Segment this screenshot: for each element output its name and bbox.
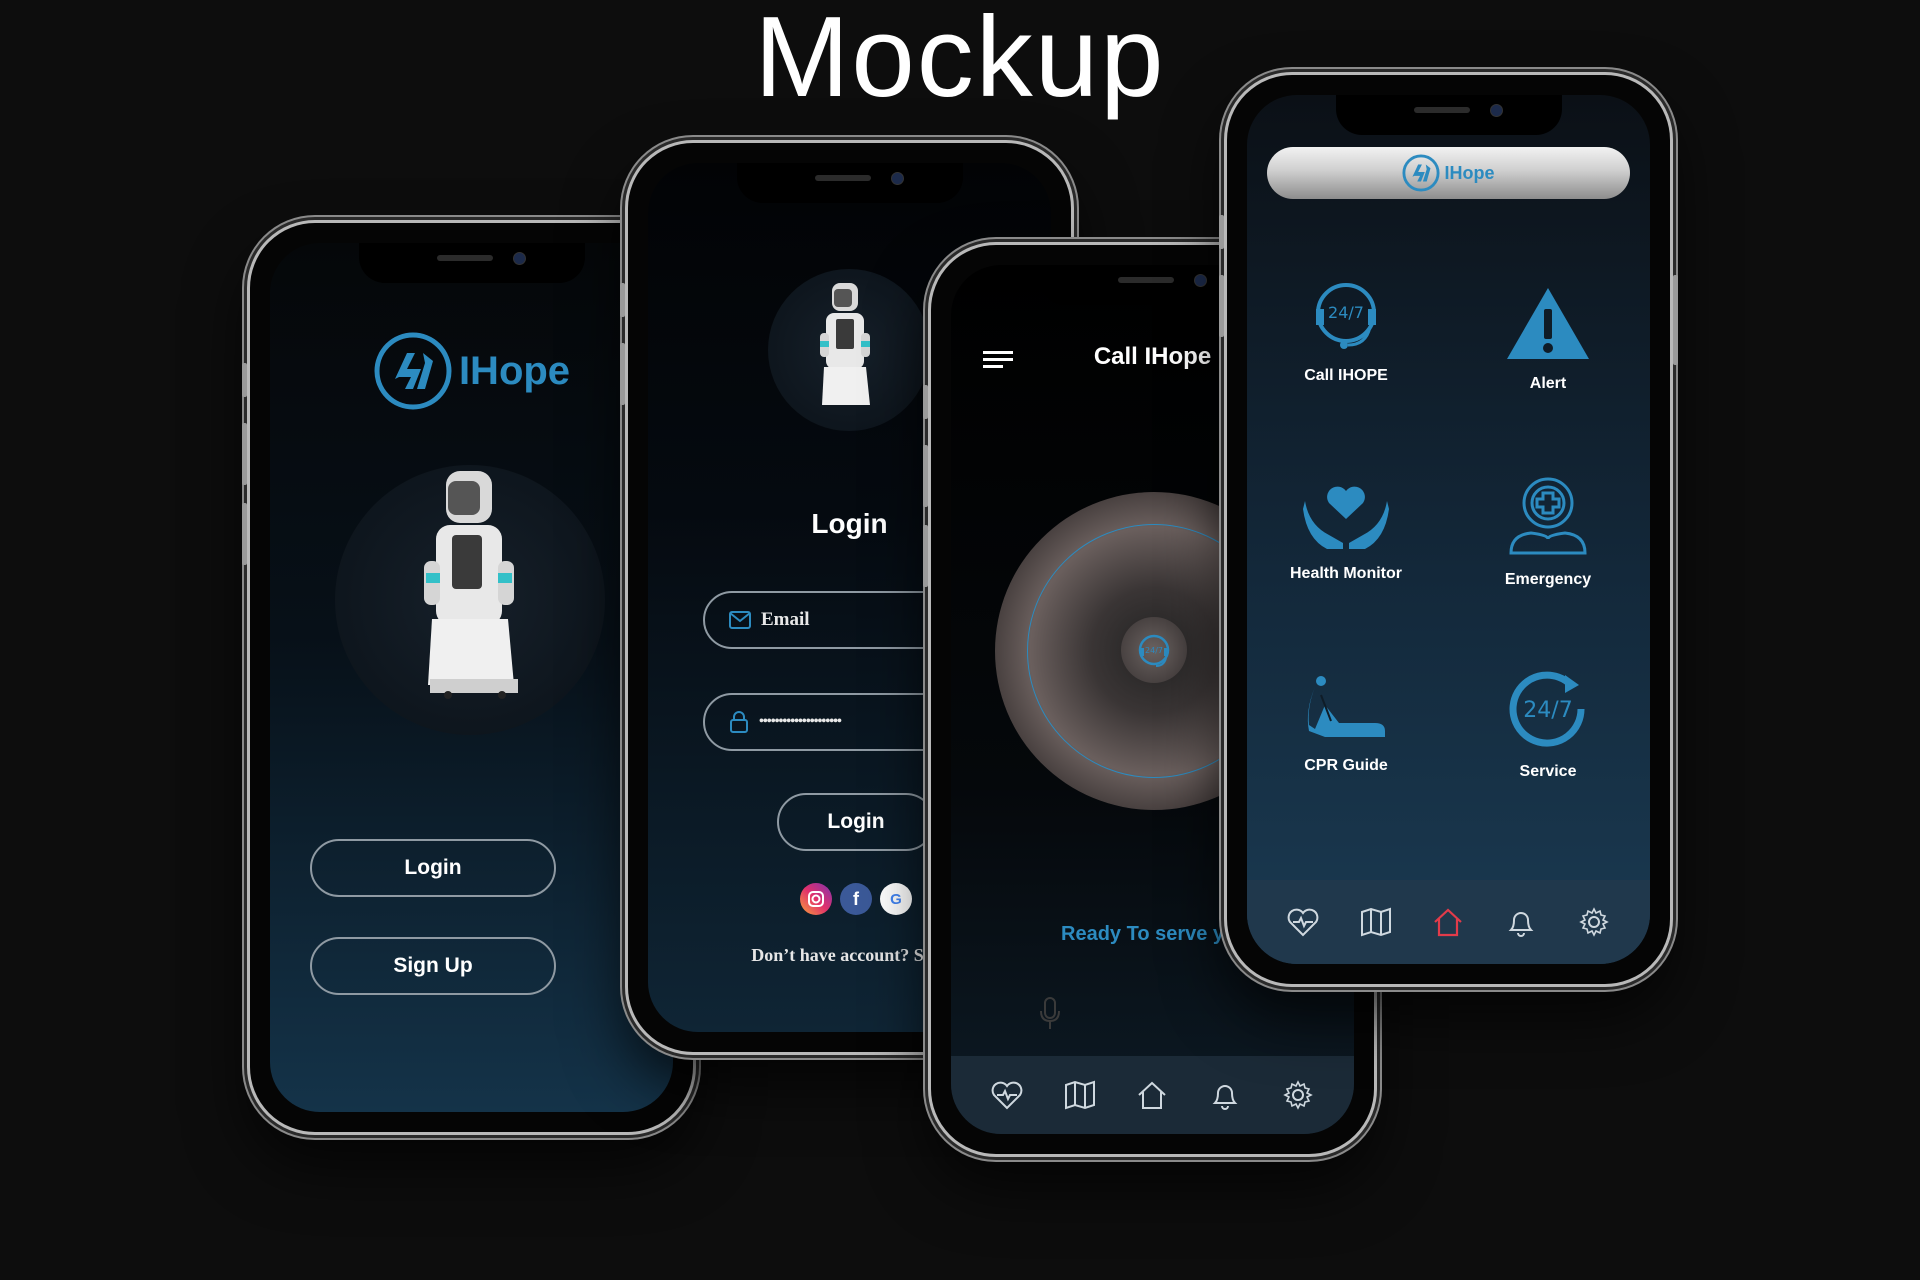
headset-24-7-icon: 24/7	[1138, 634, 1170, 667]
gear-icon[interactable]	[1278, 1075, 1318, 1115]
tile-service[interactable]: 24/7 Service	[1463, 667, 1633, 781]
lock-icon	[730, 711, 748, 733]
bell-icon[interactable]	[1501, 902, 1541, 942]
warning-icon	[1507, 288, 1589, 359]
home-icon[interactable]	[1428, 902, 1468, 942]
map-icon[interactable]	[1356, 902, 1396, 942]
bell-icon[interactable]	[1205, 1075, 1245, 1115]
volume-up-button	[242, 423, 247, 485]
facebook-icon[interactable]: f	[840, 883, 872, 915]
welcome-screen: IHope Login Sign Up	[270, 243, 673, 1112]
login-button[interactable]: Login	[310, 839, 556, 897]
volume-down-button	[923, 525, 928, 587]
mute-switch	[923, 385, 928, 419]
home-icon[interactable]	[1132, 1075, 1172, 1115]
map-icon[interactable]	[1060, 1075, 1100, 1115]
microphone-icon[interactable]	[1039, 997, 1061, 1031]
phone-home: IHope 24/7 Call IHOPE Alert Health Monit…	[1219, 72, 1678, 987]
call-center-button[interactable]: 24/7	[1121, 617, 1187, 683]
mute-switch	[242, 363, 247, 397]
header-logo-text: IHope	[1444, 162, 1495, 183]
gear-icon[interactable]	[1574, 902, 1614, 942]
logo-text: IHope	[458, 348, 571, 393]
tile-call-ihope[interactable]: 24/7 Call IHOPE	[1261, 273, 1431, 385]
svg-text:24/7: 24/7	[1523, 698, 1572, 723]
mute-switch	[1219, 215, 1224, 249]
bottom-nav	[1247, 880, 1650, 964]
svg-text:24/7: 24/7	[1328, 303, 1364, 322]
tile-label: Emergency	[1504, 571, 1592, 588]
notch	[358, 243, 585, 283]
heart-pulse-icon[interactable]	[1283, 902, 1323, 942]
volume-up-button	[1219, 275, 1224, 337]
instagram-icon[interactable]	[800, 883, 832, 915]
login-submit-button[interactable]: Login	[777, 793, 935, 851]
notch	[1335, 95, 1562, 135]
volume-down-button	[242, 503, 247, 565]
service-24-7-icon: 24/7	[1509, 671, 1585, 747]
volume-up-button	[620, 343, 625, 405]
tile-label: Alert	[1529, 375, 1567, 392]
tile-cpr-guide[interactable]: CPR Guide	[1261, 673, 1431, 775]
password-value: •••••••••••••••••••••	[759, 714, 842, 729]
notch	[736, 163, 963, 203]
robot-image	[424, 471, 518, 699]
mute-switch	[620, 283, 625, 317]
google-icon[interactable]: G	[880, 883, 912, 915]
cpr-icon	[1307, 676, 1385, 737]
heart-hands-icon	[1303, 486, 1389, 549]
heart-pulse-icon[interactable]	[987, 1075, 1027, 1115]
tile-label: CPR Guide	[1304, 757, 1388, 774]
headset-24-7-icon: 24/7	[1316, 283, 1376, 349]
tile-label: Health Monitor	[1290, 565, 1402, 582]
robot-image	[820, 283, 870, 405]
signup-button[interactable]: Sign Up	[310, 937, 556, 995]
medical-cross-icon	[1509, 477, 1587, 555]
email-placeholder: Email	[761, 609, 810, 630]
ihope-logo-icon	[374, 332, 452, 410]
home-screen: IHope 24/7 Call IHOPE Alert Health Monit…	[1247, 95, 1650, 964]
power-button	[1673, 275, 1678, 365]
tile-label: Service	[1519, 763, 1577, 780]
volume-up-button	[923, 445, 928, 507]
app-logo: IHope	[270, 331, 673, 411]
mail-icon	[729, 611, 751, 629]
bottom-nav	[951, 1056, 1354, 1134]
header-bar: IHope	[1267, 147, 1630, 199]
tile-alert[interactable]: Alert	[1463, 285, 1633, 393]
tile-label: Call IHOPE	[1304, 367, 1388, 384]
tile-health-monitor[interactable]: Health Monitor	[1261, 473, 1431, 583]
svg-text:24/7: 24/7	[1145, 646, 1163, 655]
ihope-logo-icon	[1402, 154, 1441, 192]
tile-emergency[interactable]: Emergency	[1463, 475, 1633, 589]
